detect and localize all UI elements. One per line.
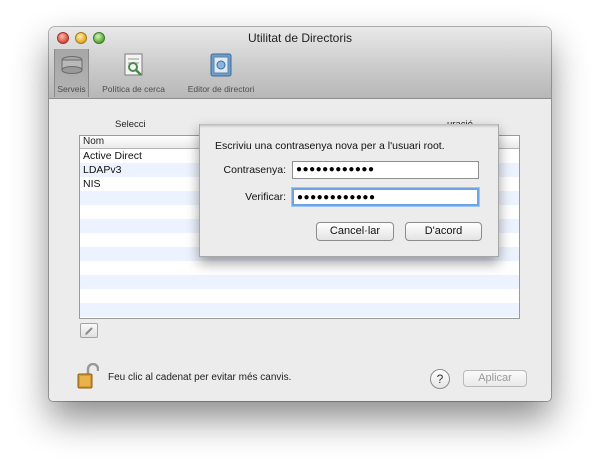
pencil-icon bbox=[85, 327, 93, 335]
empty-row bbox=[80, 261, 519, 275]
toolbar-services-label: Serveis bbox=[57, 84, 86, 94]
toolbar-search-policy-label: Política de cerca bbox=[102, 84, 165, 94]
toolbar-directory-editor-label: Editor de directori bbox=[187, 84, 255, 94]
toolbar-search-policy-button[interactable]: Política de cerca bbox=[96, 49, 171, 97]
edit-button[interactable] bbox=[80, 323, 98, 338]
directory-editor-icon bbox=[210, 53, 232, 77]
toolbar-directory-editor-button[interactable]: Editor de directori bbox=[176, 49, 266, 97]
sheet-prompt: Escriviu una contrasenya nova per a l'us… bbox=[215, 140, 445, 152]
empty-row bbox=[80, 275, 519, 289]
apply-button[interactable]: Aplicar bbox=[463, 370, 527, 387]
empty-row bbox=[80, 303, 519, 317]
title-toolbar: Utilitat de Directoris Serveis Política … bbox=[49, 27, 551, 99]
help-button[interactable]: ? bbox=[430, 369, 450, 389]
search-policy-icon bbox=[124, 53, 142, 76]
ok-button[interactable]: D'acord bbox=[405, 222, 482, 241]
toolbar-services-button[interactable]: Serveis bbox=[54, 49, 89, 97]
password-field[interactable]: ●●●●●●●●●●●● bbox=[292, 161, 479, 179]
directory-utility-window: Utilitat de Directoris Serveis Política … bbox=[49, 27, 551, 401]
instruction-start: Selecci bbox=[115, 119, 146, 130]
verify-label: Verificar: bbox=[245, 191, 286, 203]
cancel-button[interactable]: Cancel·lar bbox=[316, 222, 394, 241]
lock-status-text: Feu clic al cadenat per evitar més canvi… bbox=[108, 372, 292, 383]
lock-icon[interactable] bbox=[77, 363, 99, 389]
window-title: Utilitat de Directoris bbox=[247, 31, 353, 45]
password-label: Contrasenya: bbox=[223, 164, 286, 176]
empty-row bbox=[80, 289, 519, 303]
verify-field[interactable]: ●●●●●●●●●●●● bbox=[292, 188, 479, 206]
services-icon bbox=[61, 56, 82, 74]
sheet-shadow bbox=[200, 124, 498, 128]
password-sheet: Escriviu una contrasenya nova per a l'us… bbox=[199, 124, 499, 257]
